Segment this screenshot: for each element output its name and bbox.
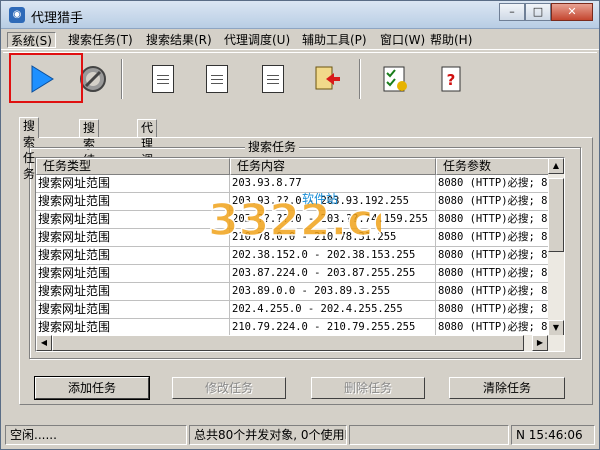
maximize-button[interactable]: □	[525, 3, 551, 21]
search-document-icon	[206, 65, 228, 93]
menu-search-result[interactable]: 搜索结果(R)	[143, 32, 215, 48]
cell-task-content: 202.38.152.0 - 202.38.153.255	[230, 247, 436, 265]
delete-task-button[interactable]: 删除任务	[311, 377, 425, 399]
table-row[interactable]: 搜索网址范围 203.87.224.0 - 203.87.255.255 8080 …	[36, 265, 550, 283]
help-button[interactable]: ?	[431, 57, 471, 101]
tab-proxy-dispatch[interactable]: 代理调度	[137, 119, 158, 183]
new-task-button[interactable]	[143, 57, 183, 101]
table-row[interactable]: 搜索网址范围 203.??.??.0 - 203.??.74.159.255 808…	[36, 211, 550, 229]
cell-task-content: 203.89.0.0 - 203.89.3.255	[230, 283, 436, 301]
cell-task-type: 搜索网址范围	[36, 247, 230, 265]
app-icon: ◉	[9, 7, 25, 23]
menu-help[interactable]: 帮助(H)	[427, 32, 475, 48]
scroll-down-arrow[interactable]: ▼	[548, 320, 564, 336]
cell-task-content: 203.??.??.0 - 203.??.74.159.255	[230, 211, 436, 229]
highlight-box	[9, 53, 83, 103]
column-header-content[interactable]: 任务内容	[230, 158, 436, 175]
table-row[interactable]: 搜索网址范围 202.4.255.0 - 202.4.255.255 8080 (H…	[36, 301, 550, 319]
help-icon: ?	[441, 66, 461, 92]
column-header-type[interactable]: 任务类型	[36, 158, 230, 175]
cell-task-content: 203.87.224.0 - 203.87.255.255	[230, 265, 436, 283]
horizontal-scrollbar[interactable]: ◀ ▶	[36, 335, 564, 351]
edit-task-button[interactable]	[253, 57, 293, 101]
scroll-up-arrow[interactable]: ▲	[548, 158, 564, 174]
scroll-left-arrow[interactable]: ◀	[36, 335, 52, 351]
scroll-right-arrow[interactable]: ▶	[532, 335, 548, 351]
cell-task-params: 8080 (HTTP)必搜; 80	[436, 193, 550, 211]
cell-task-params: 8080 (HTTP)必搜; 80	[436, 265, 550, 283]
menu-system[interactable]: 系统(S)	[7, 32, 56, 48]
edit-task-button-disabled[interactable]: 修改任务	[172, 377, 286, 399]
cell-task-type: 搜索网址范围	[36, 229, 230, 247]
clear-tasks-button[interactable]: 清除任务	[449, 377, 565, 399]
import-icon	[315, 66, 340, 90]
minimize-button[interactable]: –	[499, 3, 525, 21]
close-button[interactable]: ✕	[551, 3, 593, 21]
cell-task-params: 8080 (HTTP)必搜; 80	[436, 211, 550, 229]
table-row[interactable]: 搜索网址范围 210.78.0.0 - 210.78.31.255 8080 (HT…	[36, 229, 550, 247]
cell-task-params: 8080 (HTTP)必搜; 80	[436, 229, 550, 247]
svg-text:?: ?	[447, 71, 456, 89]
status-state: 空闲......	[5, 425, 187, 445]
cell-task-type: 搜索网址范围	[36, 301, 230, 319]
column-header-params[interactable]: 任务参数	[436, 158, 550, 175]
tab-search-task[interactable]: 搜索任务	[19, 117, 40, 181]
verify-proxy-button[interactable]	[375, 57, 415, 101]
menu-window[interactable]: 窗口(W)	[377, 32, 428, 48]
cell-task-type: 搜索网址范围	[36, 211, 230, 229]
status-concurrency: 总共80个并发对象, 0个使用F	[189, 425, 347, 445]
text-document-icon	[262, 65, 284, 93]
table-row[interactable]: 搜索网址范围 203.93.??.0 - 203.93.192.255 8080 (…	[36, 193, 550, 211]
status-bar: 空闲...... 总共80个并发对象, 0个使用F N 15:46:06	[3, 425, 597, 446]
table-row[interactable]: 搜索网址范围 203.89.0.0 - 203.89.3.255 8080 (HTT…	[36, 283, 550, 301]
toolbar-separator	[359, 59, 361, 99]
vertical-scrollbar[interactable]: ▲ ▼	[548, 158, 564, 336]
add-task-button[interactable]: 添加任务	[34, 376, 150, 400]
vertical-scroll-thumb[interactable]	[548, 178, 564, 252]
horizontal-scroll-thumb[interactable]	[52, 335, 524, 351]
menu-tools[interactable]: 辅助工具(P)	[299, 32, 370, 48]
cell-task-content: 210.78.0.0 - 210.78.31.255	[230, 229, 436, 247]
table-row[interactable]: 搜索网址范围 203.93.8.77 8080 (HTTP)必搜; 80	[36, 175, 550, 193]
cell-task-type: 搜索网址范围	[36, 193, 230, 211]
window-title: 代理猎手	[31, 11, 84, 26]
cell-task-type: 搜索网址范围	[36, 175, 230, 193]
cell-task-content: 203.93.??.0 - 203.93.192.255	[230, 193, 436, 211]
cell-task-type: 搜索网址范围	[36, 265, 230, 283]
cell-task-type: 搜索网址范围	[36, 283, 230, 301]
groupbox-title: 搜索任务	[245, 138, 300, 155]
toolbar-separator	[121, 59, 123, 99]
task-list[interactable]: 任务类型 任务内容 任务参数 搜索网址范围 203.93.8.77 8080 (HT…	[35, 157, 565, 352]
title-bar[interactable]: ◉ 代理猎手 – □ ✕	[1, 1, 599, 29]
cell-task-content: 202.4.255.0 - 202.4.255.255	[230, 301, 436, 319]
status-clock: N 15:46:06	[511, 425, 595, 445]
table-row[interactable]: 搜索网址范围 202.38.152.0 - 202.38.153.255 8080 …	[36, 247, 550, 265]
toolbar: ?	[3, 52, 597, 104]
cell-task-params: 8080 (HTTP)必搜; 80	[436, 301, 550, 319]
import-task-button[interactable]	[307, 57, 347, 101]
menu-bar: 系统(S) 搜索任务(T) 搜索结果(R) 代理调度(U) 辅助工具(P) 窗口…	[1, 30, 599, 50]
cell-task-params: 8080 (HTTP)必搜; 80	[436, 247, 550, 265]
search-task-button[interactable]	[197, 57, 237, 101]
cell-task-content: 203.93.8.77	[230, 175, 436, 193]
verify-checklist-icon	[383, 66, 407, 92]
menu-search-task[interactable]: 搜索任务(T)	[65, 32, 136, 48]
main-window: ◉ 代理猎手 – □ ✕ 系统(S) 搜索任务(T) 搜索结果(R) 代理调度(…	[0, 0, 600, 450]
status-pane-empty	[349, 425, 509, 445]
menu-proxy-dispatch[interactable]: 代理调度(U)	[221, 32, 293, 48]
tab-search-result[interactable]: 搜索结果	[79, 119, 100, 183]
cell-task-params: 8080 (HTTP)必搜; 80	[436, 175, 550, 193]
new-document-icon	[152, 65, 174, 93]
cell-task-params: 8080 (HTTP)必搜; 80	[436, 283, 550, 301]
